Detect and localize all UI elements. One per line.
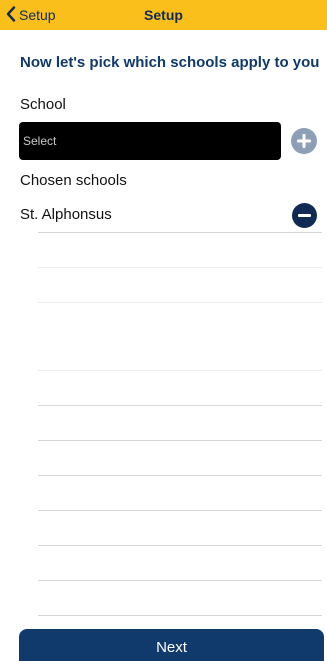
back-button-label: Setup xyxy=(19,7,56,23)
list-item: St. Alphonsus xyxy=(20,197,322,231)
chosen-schools-label: Chosen schools xyxy=(20,172,127,189)
school-select-value: Select xyxy=(23,134,57,148)
chevron-left-icon xyxy=(6,5,19,25)
add-school-button[interactable] xyxy=(291,128,317,154)
list-divider xyxy=(38,580,322,581)
list-divider xyxy=(38,302,322,303)
back-button[interactable]: Setup xyxy=(6,0,56,30)
next-button-label: Next xyxy=(156,639,187,656)
page-heading: Now let's pick which schools apply to yo… xyxy=(20,54,320,71)
school-label: School xyxy=(20,96,66,113)
setup-screen: Setup Setup Now let's pick which schools… xyxy=(0,0,327,661)
list-divider xyxy=(38,615,322,616)
school-name: St. Alphonsus xyxy=(20,205,112,223)
list-divider xyxy=(38,510,322,511)
list-divider xyxy=(38,545,322,546)
list-divider xyxy=(38,232,322,233)
school-select[interactable]: Select xyxy=(19,122,281,160)
next-button[interactable]: Next xyxy=(19,629,324,661)
navigation-bar: Setup Setup xyxy=(0,0,327,30)
list-divider xyxy=(38,370,322,371)
list-divider xyxy=(38,440,322,441)
remove-school-button[interactable] xyxy=(292,203,317,228)
list-divider xyxy=(38,405,322,406)
list-divider xyxy=(38,267,322,268)
list-divider xyxy=(38,475,322,476)
